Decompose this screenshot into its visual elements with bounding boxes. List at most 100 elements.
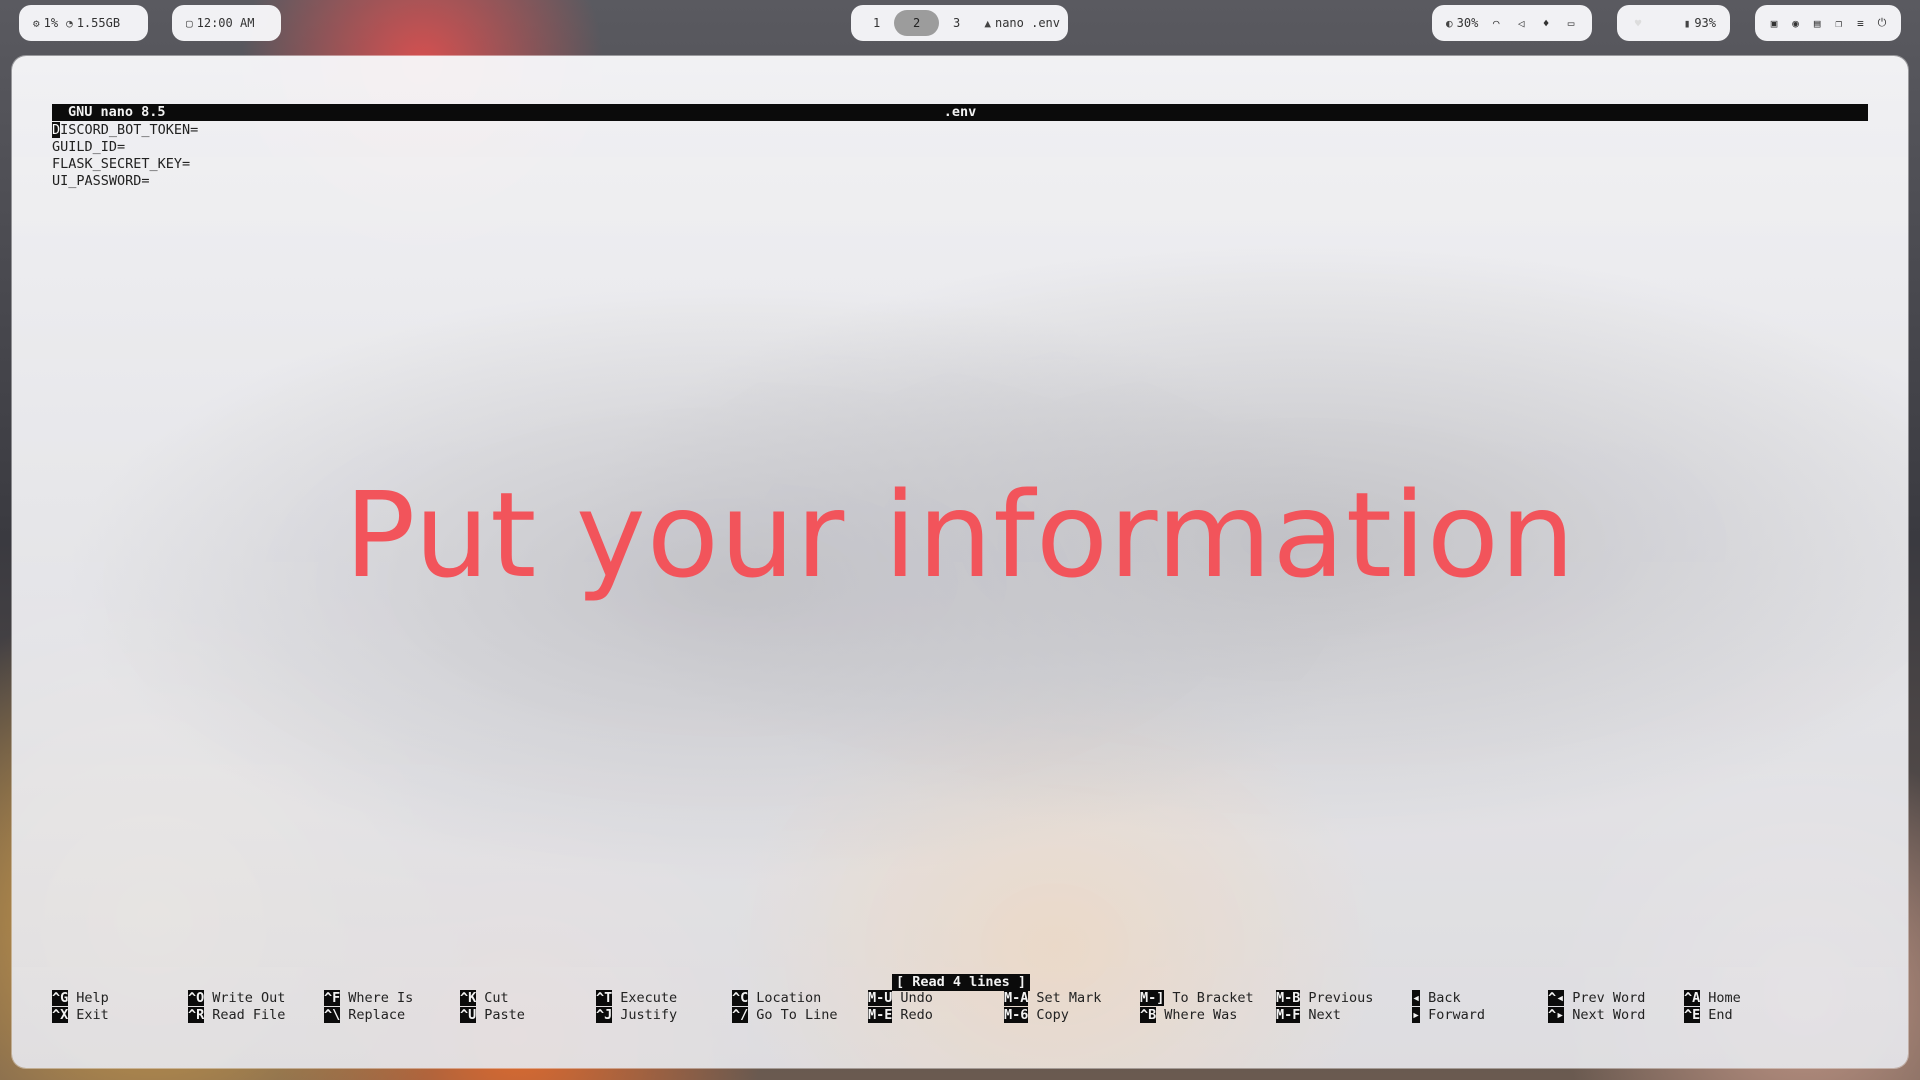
shortcut-label: Paste — [484, 1007, 525, 1023]
arch-icon: ▲ — [984, 17, 991, 30]
clock-time: 12:00 AM — [196, 16, 255, 30]
battery-indicator: ▮ 93% — [1683, 16, 1716, 30]
shortcut-cut[interactable]: ^K Cut — [460, 990, 509, 1007]
shortcut-location[interactable]: ^C Location — [732, 990, 821, 1007]
shortcut-bar: ^G Help ^X Exit ^O Write Out ^R Read File ^F Wher… — [52, 990, 1868, 1026]
shortcut-set-mark[interactable]: M-A Set Mark — [1004, 990, 1101, 1007]
shortcut-key: ^F — [324, 990, 341, 1006]
resources-widget[interactable]: ⚙ 1% ◔ 1.55GB — [19, 5, 148, 41]
shortcut-key: ^▸ — [1548, 1007, 1565, 1023]
clipboard-icon[interactable]: ❐ — [1832, 17, 1846, 30]
shortcut-next[interactable]: M-F Next — [1276, 1007, 1341, 1024]
shortcut-key: ◂ — [1412, 990, 1421, 1006]
shortcut-paste[interactable]: ^U Paste — [460, 1007, 525, 1024]
buffer-line[interactable]: GUILD_ID= — [52, 139, 198, 156]
shortcut-read-file[interactable]: ^R Read File — [188, 1007, 285, 1024]
clock-widget[interactable]: ▢ 12:00 AM — [172, 5, 281, 41]
shortcut-key: ^T — [596, 990, 613, 1006]
shortcut-label: Write Out — [212, 990, 286, 1006]
shortcut-key: M-U — [868, 990, 893, 1006]
power-icon[interactable]: ⏻ — [1875, 16, 1889, 30]
shortcut-key: M-A — [1004, 990, 1029, 1006]
shortcut-copy[interactable]: M-6 Copy — [1004, 1007, 1069, 1024]
memory-icon: ◔ — [66, 16, 73, 30]
shortcut-where-is[interactable]: ^F Where Is — [324, 990, 413, 1007]
shortcut-to-bracket[interactable]: M-] To Bracket — [1140, 990, 1254, 1007]
shortcut-key: ^J — [596, 1007, 613, 1023]
buffer-line[interactable]: FLASK_SECRET_KEY= — [52, 156, 198, 173]
shortcut-home[interactable]: ^A Home — [1684, 990, 1741, 1007]
shortcut-label: Exit — [76, 1007, 109, 1023]
shortcut-previous[interactable]: M-B Previous — [1276, 990, 1373, 1007]
shortcut-label: Replace — [348, 1007, 406, 1023]
shortcut-key: ^C — [732, 990, 749, 1006]
status-message: [ Read 4 lines ] — [892, 974, 1031, 991]
shortcut-forward[interactable]: ▸ Forward — [1412, 1007, 1485, 1024]
memory-usage: 1.55GB — [76, 16, 121, 30]
mic-icon[interactable]: ♦ — [1539, 17, 1553, 30]
battery-icon: ▮ — [1683, 17, 1691, 30]
workspace-2[interactable]: 2 — [894, 10, 939, 36]
shortcut-label: Redo — [900, 1007, 933, 1023]
shortcut-execute[interactable]: ^T Execute — [596, 990, 677, 1007]
terminal-window[interactable]: GNU nano 8.5 .env DISCORD_BOT_TOKEN= GUI… — [12, 56, 1908, 1068]
shortcut-label: Back — [1428, 990, 1461, 1006]
keyboard-icon[interactable]: ▭ — [1564, 17, 1578, 30]
shortcut-key: ^O — [188, 990, 205, 1006]
shortcut-key: M-6 — [1004, 1007, 1029, 1023]
shortcut-label: Next — [1308, 1007, 1341, 1023]
shortcut-exit[interactable]: ^X Exit — [52, 1007, 109, 1024]
shortcut-label: Copy — [1036, 1007, 1069, 1023]
shortcut-label: Prev Word — [1572, 990, 1646, 1006]
shortcut-key: ^G — [52, 990, 69, 1006]
shortcut-justify[interactable]: ^J Justify — [596, 1007, 677, 1024]
menu-icon[interactable]: ≡ — [1853, 17, 1867, 30]
color-picker-icon[interactable]: ◉ — [1789, 17, 1803, 30]
shortcut-help[interactable]: ^G Help — [52, 990, 109, 1007]
workspace-3[interactable]: 3 — [939, 10, 974, 36]
shortcut-label: Where Is — [348, 990, 414, 1006]
shortcut-redo[interactable]: M-E Redo — [868, 1007, 933, 1024]
shortcut-label: Location — [756, 990, 822, 1006]
shortcut-key: ^B — [1140, 1007, 1157, 1023]
top-bar: ⚙ 1% ◔ 1.55GB ▢ 12:00 AM 1 2 3 ▲ nano .en… — [0, 0, 1920, 46]
overlay-annotation: Put your information — [344, 466, 1576, 604]
shortcut-key: ^A — [1684, 990, 1701, 1006]
shortcut-replace[interactable]: ^\ Replace — [324, 1007, 405, 1024]
brightness-icon: ◐ — [1446, 17, 1453, 30]
brightness-indicator[interactable]: ◐ 30% — [1446, 16, 1478, 30]
shortcut-undo[interactable]: M-U Undo — [868, 990, 933, 1007]
shortcut-label: Execute — [620, 990, 678, 1006]
shortcut-label: To Bracket — [1172, 990, 1254, 1006]
shortcut-key: ^K — [460, 990, 477, 1006]
shortcut-where-was[interactable]: ^B Where Was — [1140, 1007, 1237, 1024]
shortcut-label: Next Word — [1572, 1007, 1646, 1023]
shortcut-label: Previous — [1308, 990, 1374, 1006]
shortcut-go-to-line[interactable]: ^/ Go To Line — [732, 1007, 838, 1024]
layout-icon[interactable]: ▤ — [1810, 17, 1824, 30]
cpu-usage: 1% — [43, 16, 59, 30]
shortcut-end[interactable]: ^E End — [1684, 1007, 1733, 1024]
quick-actions-tray: ▣ ◉ ▤ ❐ ≡ ⏻ — [1755, 5, 1901, 41]
shortcut-label: Justify — [620, 1007, 678, 1023]
buffer-line[interactable]: UI_PASSWORD= — [52, 173, 198, 190]
text-buffer[interactable]: DISCORD_BOT_TOKEN= GUILD_ID= FLASK_SECRE… — [52, 122, 198, 190]
system-status-widget[interactable]: ◐ 30% ◠ ◁ ♦ ▭ — [1432, 5, 1592, 41]
shortcut-key: ^◂ — [1548, 990, 1565, 1006]
buffer-line[interactable]: DISCORD_BOT_TOKEN= — [52, 122, 198, 139]
workspace-1[interactable]: 1 — [859, 10, 894, 36]
nano-title-bar: GNU nano 8.5 .env — [52, 104, 1868, 121]
screenshot-icon[interactable]: ▣ — [1767, 17, 1781, 30]
shortcut-write-out[interactable]: ^O Write Out — [188, 990, 285, 1007]
shortcut-label: Undo — [900, 990, 933, 1006]
shortcut-label: Help — [76, 990, 109, 1006]
text-cursor: D — [52, 122, 61, 138]
speaker-muted-icon[interactable]: ◁ — [1514, 17, 1528, 30]
wifi-icon[interactable]: ◠ — [1489, 17, 1503, 30]
shortcut-back[interactable]: ◂ Back — [1412, 990, 1461, 1007]
shortcut-key: ▸ — [1412, 1007, 1421, 1023]
shortcut-next-word[interactable]: ^▸ Next Word — [1548, 1007, 1645, 1024]
shortcut-label: Forward — [1428, 1007, 1486, 1023]
shortcut-prev-word[interactable]: ^◂ Prev Word — [1548, 990, 1645, 1007]
battery-widget[interactable]: ♥ ▮ 93% — [1617, 5, 1730, 41]
